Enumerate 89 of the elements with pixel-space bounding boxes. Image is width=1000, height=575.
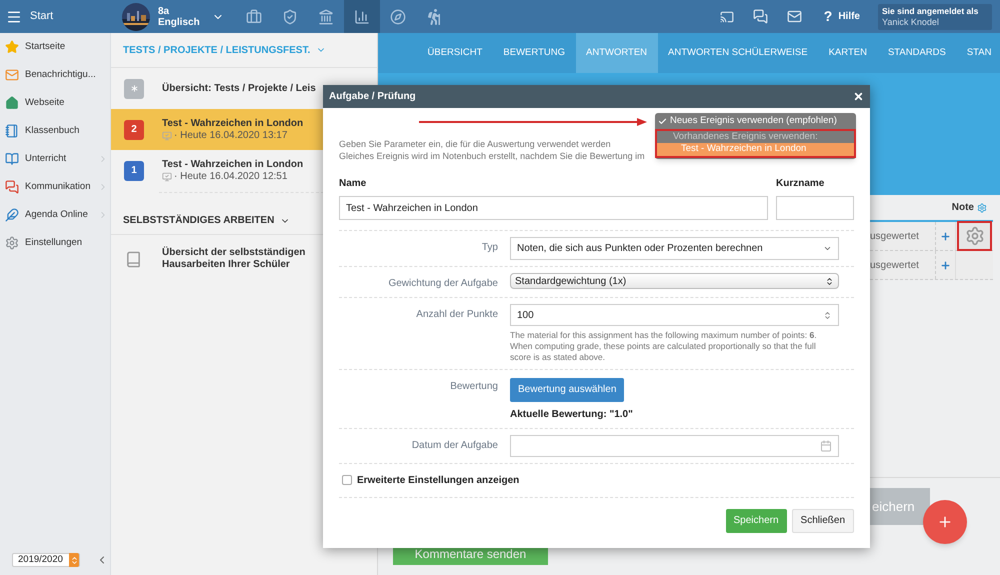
bank-icon — [318, 8, 334, 24]
field-label: Typ — [480, 241, 498, 255]
mail-icon[interactable] — [786, 9, 802, 24]
item-date: · Heute 16.04.2020 12:51 — [174, 170, 288, 182]
item-date: · Heute 16.04.2020 13:17 — [174, 130, 288, 142]
sidebar-item[interactable]: Einstellungen — [0, 229, 110, 257]
user-menu[interactable]: Sie sind angemeldet als Yanick Knodel — [878, 4, 992, 30]
star-icon — [5, 40, 19, 54]
field-label: Gewichtung der Aufgabe — [387, 277, 498, 291]
shield-check-icon — [282, 8, 298, 24]
monitor-check-icon — [162, 130, 172, 140]
monitor-check-icon — [162, 172, 172, 182]
briefcase-icon — [246, 8, 262, 24]
item-title: Übersicht: Tests / Projekte / Leis — [162, 82, 316, 94]
field-label: Datum der Aufgabe — [410, 438, 498, 452]
plus-icon — [937, 514, 953, 530]
open-book-icon — [5, 152, 19, 166]
field-label: Anzahl der Punkte — [415, 308, 498, 322]
gear-icon — [5, 236, 19, 250]
field-label: Bewertung — [449, 380, 498, 394]
hikers-icon — [426, 8, 442, 24]
sidebar-item[interactable]: Kommunikation — [0, 173, 110, 201]
chat-icon — [5, 180, 19, 194]
assignment-item[interactable]: 1 Test - Wahrzeichen in London · Heute 16.04.2020 12:51 — [111, 150, 323, 191]
checkbox-label[interactable]: Erweiterte Einstellungen anzeigen — [357, 472, 520, 488]
sidebar-item[interactable]: Unterricht — [0, 145, 110, 173]
check-icon — [658, 117, 667, 126]
book-icon — [125, 250, 142, 268]
section-heading[interactable]: SELBSTSTÄNDIGES ARBEITEN — [123, 213, 274, 228]
description-text: Gleiches Ereignis wird im Notenbuch erstellt, nachdem Sie die Bewertung im — [339, 150, 645, 162]
column-header: Note — [952, 201, 974, 215]
caret-icon — [823, 244, 832, 253]
help-glyph[interactable]: ? — [824, 6, 832, 27]
plus-icon[interactable] — [940, 230, 951, 242]
chat-icon[interactable] — [752, 9, 768, 24]
spinner-icon — [825, 276, 834, 286]
compass-icon — [390, 8, 406, 24]
field-label: Name — [339, 177, 368, 191]
menu-icon[interactable] — [6, 8, 22, 24]
description-text: Geben Sie Parameter ein, die für die Auswertung verwendet werden — [339, 138, 611, 150]
date-field[interactable] — [510, 434, 839, 456]
sidebar-item[interactable]: Benachrichtigu... — [0, 61, 110, 89]
gear-icon — [964, 226, 984, 246]
asterisk-icon — [128, 83, 140, 94]
self-study-item[interactable]: Übersicht der selbstständigen Hausarbeiten Ihrer Schüler — [111, 235, 377, 283]
start-label[interactable]: Start — [30, 8, 54, 25]
close-icon[interactable] — [853, 91, 864, 102]
name-input[interactable]: Test - Wahrzeichen in London — [339, 196, 768, 220]
dialog-title: Aufgabe / Prüfung — [329, 90, 416, 104]
number-badge: 2 — [124, 120, 144, 140]
spinner-icon — [823, 310, 832, 320]
class-avatar[interactable] — [122, 2, 150, 30]
current-grading-text: Aktuelle Bewertung: "1.0" — [510, 408, 634, 422]
assignment-item[interactable]: Übersicht: Tests / Projekte / Leis — [111, 68, 323, 109]
close-button[interactable]: Schließen — [792, 508, 854, 532]
envelope-icon — [5, 68, 19, 82]
menu-option[interactable]: Neues Ereignis verwenden (empfohlen) — [655, 114, 856, 129]
feather-icon — [5, 208, 19, 222]
toolbar-button[interactable] — [344, 0, 380, 33]
checkbox[interactable] — [342, 475, 352, 485]
sidebar-item[interactable]: Webseite — [0, 89, 110, 117]
type-select[interactable]: Noten, die sich aus Punkten oder Prozenten berechnen — [510, 237, 839, 260]
choose-grading-button[interactable]: Bewertung auswählen — [510, 378, 624, 402]
year-select[interactable]: 2019/2020 — [12, 553, 80, 567]
short-name-input[interactable] — [776, 196, 854, 220]
grade-settings-button[interactable] — [957, 221, 992, 251]
assignment-item[interactable]: 2 Test - Wahrzeichen in London · Heute 16.04.2020 13:17 — [111, 109, 323, 150]
settings-icon[interactable] — [977, 202, 987, 212]
plus-icon[interactable] — [940, 260, 951, 270]
notebook-icon — [5, 124, 19, 138]
field-label: Kurzname — [776, 177, 826, 191]
class-label[interactable]: 8a — [158, 6, 200, 16]
item-title: Test - Wahrzeichen in London — [162, 118, 304, 130]
sidebar-item[interactable]: Agenda Online — [0, 201, 110, 229]
points-help-text: The material for this assignment has the following maximum number of points: 6. When computing grade, these points are calculated proportionally so that the full score is as stated above. — [510, 330, 818, 363]
weight-select[interactable]: Standardgewichtung (1x) — [510, 273, 839, 289]
points-field[interactable]: 100 — [510, 304, 839, 326]
spinner-icon — [70, 556, 78, 564]
add-button[interactable] — [923, 500, 967, 544]
subject-label[interactable]: Englisch — [158, 16, 200, 28]
item-title: Test - Wahrzeichen in London — [162, 158, 304, 170]
sidebar-item[interactable]: Startseite — [0, 33, 110, 61]
calendar-icon — [820, 440, 832, 452]
cast-icon[interactable] — [720, 10, 734, 24]
help-link[interactable]: Hilfe — [838, 9, 860, 24]
sidebar-item[interactable]: Klassenbuch — [0, 117, 110, 145]
house-icon — [5, 96, 19, 110]
bar-chart-icon — [354, 8, 370, 24]
number-badge: 1 — [124, 160, 144, 180]
